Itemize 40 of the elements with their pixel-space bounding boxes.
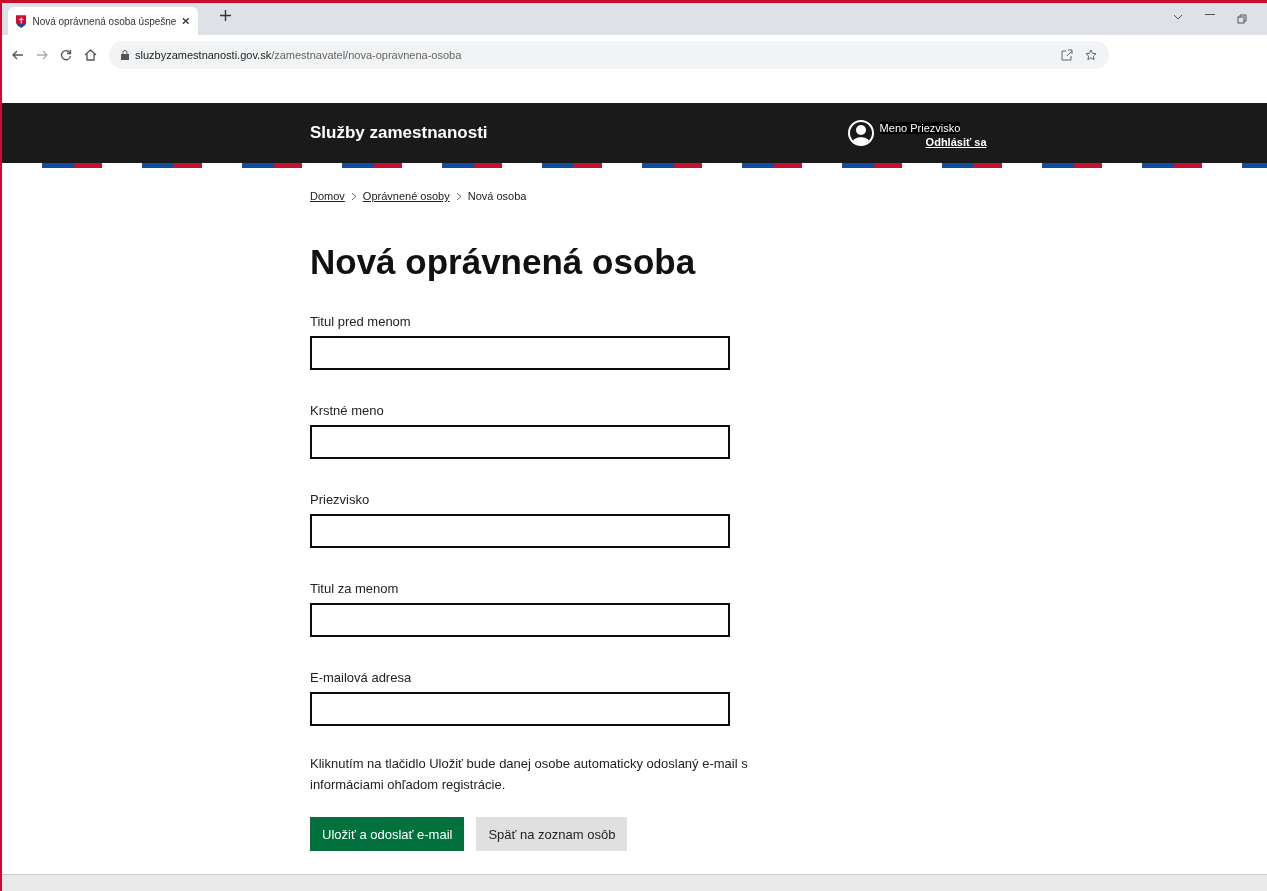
star-icon[interactable] <box>1085 49 1097 61</box>
chevron-right-icon <box>350 191 357 201</box>
back-button[interactable]: Späť na zoznam osôb <box>476 817 628 851</box>
breadcrumb-link[interactable]: Domov <box>310 190 345 202</box>
breadcrumb-current: Nová osoba <box>467 190 527 202</box>
tab-title: Nová oprávnená osoba úspešne <box>32 15 177 27</box>
field-label: Krstné meno <box>310 403 385 418</box>
close-icon[interactable] <box>182 17 190 25</box>
save-button[interactable]: Uložiť a odoslať e-mail <box>310 817 465 851</box>
lock-icon <box>121 50 129 60</box>
back-icon[interactable] <box>12 50 24 60</box>
user-icon <box>847 120 874 146</box>
field-label: E-mailová adresa <box>310 670 413 685</box>
field-label: Priezvisko <box>310 492 371 507</box>
share-icon[interactable] <box>1061 49 1073 61</box>
text-field[interactable] <box>310 692 730 726</box>
url-path: /zamestnavatel/nova-opravnena-osoba <box>271 49 462 61</box>
info-text: Kliknutím na tlačidlo Uložiť bude danej osobe automaticky odoslaný e-mail s informáciami ohľadom registrácie. <box>310 755 749 794</box>
text-field[interactable] <box>310 514 730 548</box>
chevron-right-icon <box>455 191 462 201</box>
chevron-down-icon[interactable] <box>1173 14 1183 20</box>
field-label: Titul pred menom <box>310 314 412 329</box>
text-field[interactable] <box>310 336 730 370</box>
url-host: sluzbyzamestnanosti.gov.sk <box>135 49 272 61</box>
field-label: Titul za menom <box>310 581 400 596</box>
text-field[interactable] <box>310 425 730 459</box>
scrollbar[interactable] <box>2 874 1267 891</box>
text-field[interactable] <box>310 603 730 637</box>
site-title[interactable]: Služby zamestnanosti <box>310 123 488 143</box>
page-heading: Nová oprávnená osoba <box>310 242 697 282</box>
shield-icon <box>16 14 27 28</box>
logout-link[interactable]: Odhlásiť sa <box>925 136 987 148</box>
restore-icon[interactable] <box>1237 14 1247 24</box>
user-name: Meno Priezvisko <box>879 122 961 134</box>
reload-icon[interactable] <box>60 49 72 61</box>
breadcrumb-link[interactable]: Oprávnené osoby <box>362 190 450 202</box>
browser-tab[interactable]: Nová oprávnená osoba úspešne <box>8 7 198 35</box>
home-icon[interactable] <box>84 49 97 61</box>
address-bar[interactable]: sluzbyzamestnanosti.gov.sk/zamestnavatel/nova-opravnena-osoba <box>109 41 1109 69</box>
minimize-icon[interactable] <box>1205 14 1215 16</box>
